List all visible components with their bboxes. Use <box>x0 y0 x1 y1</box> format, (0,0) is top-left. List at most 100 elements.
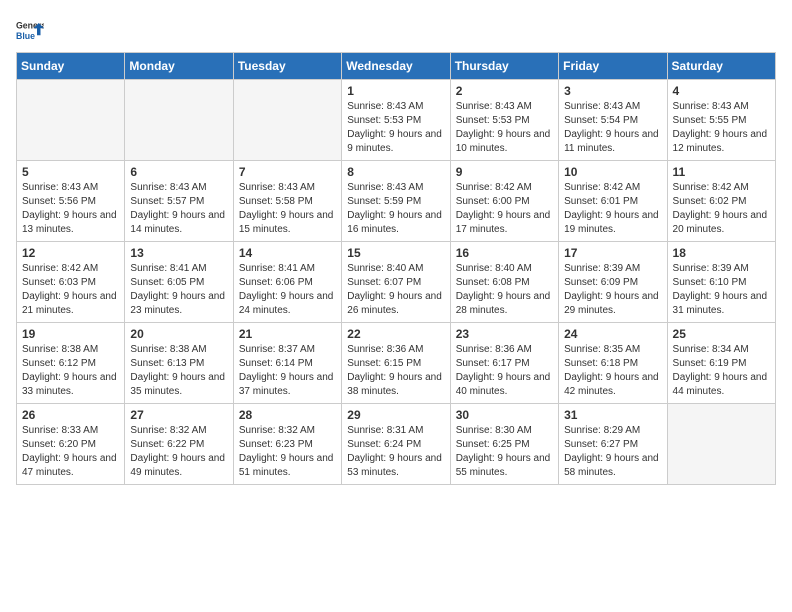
calendar-cell: 4Sunrise: 8:43 AMSunset: 5:55 PMDaylight… <box>667 80 775 161</box>
week-row-1: 1 Sunrise: 8:43 AMSunset: 5:53 PMDaylight… <box>17 80 776 161</box>
day-number: 9 <box>456 165 553 179</box>
col-header-monday: Monday <box>125 53 233 80</box>
calendar-cell: 19 Sunrise: 8:38 AMSunset: 6:12 PMDayligh… <box>17 323 125 404</box>
calendar-cell: 9 Sunrise: 8:42 AMSunset: 6:00 PMDaylight… <box>450 161 558 242</box>
day-number: 21 <box>239 327 336 341</box>
cell-content: Sunrise: 8:36 AMSunset: 6:17 PMDaylight:… <box>456 343 553 399</box>
calendar-cell <box>233 80 341 161</box>
week-row-3: 12 Sunrise: 8:42 AMSunset: 6:03 PMDayligh… <box>17 242 776 323</box>
cell-content: Sunrise: 8:41 AMSunset: 6:06 PMDaylight:… <box>239 262 336 318</box>
cell-content: Sunrise: 8:43 AMSunset: 5:55 PMDaylight:… <box>673 100 770 156</box>
calendar-cell: 12 Sunrise: 8:42 AMSunset: 6:03 PMDayligh… <box>17 242 125 323</box>
calendar-cell: 13 Sunrise: 8:41 AMSunset: 6:05 PMDayligh… <box>125 242 233 323</box>
week-row-4: 19 Sunrise: 8:38 AMSunset: 6:12 PMDayligh… <box>17 323 776 404</box>
calendar-cell: 6 Sunrise: 8:43 AMSunset: 5:57 PMDaylight… <box>125 161 233 242</box>
calendar-cell: 2 Sunrise: 8:43 AMSunset: 5:53 PMDaylight… <box>450 80 558 161</box>
day-number: 15 <box>347 246 444 260</box>
day-number: 29 <box>347 408 444 422</box>
calendar-cell: 24 Sunrise: 8:35 AMSunset: 6:18 PMDayligh… <box>559 323 667 404</box>
day-number: 18 <box>673 246 770 260</box>
calendar-cell: 1 Sunrise: 8:43 AMSunset: 5:53 PMDaylight… <box>342 80 450 161</box>
day-number: 8 <box>347 165 444 179</box>
calendar-cell <box>667 404 775 485</box>
week-row-2: 5 Sunrise: 8:43 AMSunset: 5:56 PMDaylight… <box>17 161 776 242</box>
cell-content: Sunrise: 8:38 AMSunset: 6:13 PMDaylight:… <box>130 343 227 399</box>
col-header-wednesday: Wednesday <box>342 53 450 80</box>
cell-content: Sunrise: 8:32 AMSunset: 6:22 PMDaylight:… <box>130 424 227 480</box>
calendar-cell <box>17 80 125 161</box>
cell-content: Sunrise: 8:43 AMSunset: 5:53 PMDaylight:… <box>347 100 444 156</box>
calendar-cell: 25 Sunrise: 8:34 AMSunset: 6:19 PMDayligh… <box>667 323 775 404</box>
calendar-cell: 28 Sunrise: 8:32 AMSunset: 6:23 PMDayligh… <box>233 404 341 485</box>
day-number: 26 <box>22 408 119 422</box>
calendar-cell: 29 Sunrise: 8:31 AMSunset: 6:24 PMDayligh… <box>342 404 450 485</box>
cell-content: Sunrise: 8:32 AMSunset: 6:23 PMDaylight:… <box>239 424 336 480</box>
cell-content: Sunrise: 8:42 AMSunset: 6:01 PMDaylight:… <box>564 181 661 237</box>
cell-content: Sunrise: 8:43 AMSunset: 5:58 PMDaylight:… <box>239 181 336 237</box>
col-header-sunday: Sunday <box>17 53 125 80</box>
day-number: 30 <box>456 408 553 422</box>
day-number: 1 <box>347 84 444 98</box>
calendar-cell: 5 Sunrise: 8:43 AMSunset: 5:56 PMDaylight… <box>17 161 125 242</box>
day-number: 6 <box>130 165 227 179</box>
cell-content: Sunrise: 8:42 AMSunset: 6:00 PMDaylight:… <box>456 181 553 237</box>
calendar-cell: 20 Sunrise: 8:38 AMSunset: 6:13 PMDayligh… <box>125 323 233 404</box>
cell-content: Sunrise: 8:42 AMSunset: 6:02 PMDaylight:… <box>673 181 770 237</box>
day-number: 13 <box>130 246 227 260</box>
week-row-5: 26Sunrise: 8:33 AMSunset: 6:20 PMDayligh… <box>17 404 776 485</box>
cell-content: Sunrise: 8:43 AMSunset: 5:59 PMDaylight:… <box>347 181 444 237</box>
calendar-cell: 8 Sunrise: 8:43 AMSunset: 5:59 PMDaylight… <box>342 161 450 242</box>
day-number: 28 <box>239 408 336 422</box>
logo-icon: General Blue <box>16 16 44 44</box>
day-number: 11 <box>673 165 770 179</box>
calendar-cell: 21Sunrise: 8:37 AMSunset: 6:14 PMDayligh… <box>233 323 341 404</box>
day-number: 16 <box>456 246 553 260</box>
cell-content: Sunrise: 8:38 AMSunset: 6:12 PMDaylight:… <box>22 343 119 399</box>
calendar-cell: 3 Sunrise: 8:43 AMSunset: 5:54 PMDaylight… <box>559 80 667 161</box>
cell-content: Sunrise: 8:43 AMSunset: 5:53 PMDaylight:… <box>456 100 553 156</box>
cell-content: Sunrise: 8:42 AMSunset: 6:03 PMDaylight:… <box>22 262 119 318</box>
cell-content: Sunrise: 8:40 AMSunset: 6:07 PMDaylight:… <box>347 262 444 318</box>
cell-content: Sunrise: 8:40 AMSunset: 6:08 PMDaylight:… <box>456 262 553 318</box>
calendar-cell: 18 Sunrise: 8:39 AMSunset: 6:10 PMDayligh… <box>667 242 775 323</box>
cell-content: Sunrise: 8:39 AMSunset: 6:10 PMDaylight:… <box>673 262 770 318</box>
cell-content: Sunrise: 8:35 AMSunset: 6:18 PMDaylight:… <box>564 343 661 399</box>
cell-content: Sunrise: 8:43 AMSunset: 5:57 PMDaylight:… <box>130 181 227 237</box>
day-number: 14 <box>239 246 336 260</box>
day-number: 23 <box>456 327 553 341</box>
cell-content: Sunrise: 8:43 AMSunset: 5:56 PMDaylight:… <box>22 181 119 237</box>
cell-content: Sunrise: 8:34 AMSunset: 6:19 PMDaylight:… <box>673 343 770 399</box>
day-number: 24 <box>564 327 661 341</box>
col-header-friday: Friday <box>559 53 667 80</box>
cell-content: Sunrise: 8:36 AMSunset: 6:15 PMDaylight:… <box>347 343 444 399</box>
day-number: 2 <box>456 84 553 98</box>
header-row: SundayMondayTuesdayWednesdayThursdayFrid… <box>17 53 776 80</box>
day-number: 7 <box>239 165 336 179</box>
calendar-cell: 7 Sunrise: 8:43 AMSunset: 5:58 PMDaylight… <box>233 161 341 242</box>
day-number: 25 <box>673 327 770 341</box>
calendar-cell: 11 Sunrise: 8:42 AMSunset: 6:02 PMDayligh… <box>667 161 775 242</box>
cell-content: Sunrise: 8:43 AMSunset: 5:54 PMDaylight:… <box>564 100 661 156</box>
calendar-cell: 16 Sunrise: 8:40 AMSunset: 6:08 PMDayligh… <box>450 242 558 323</box>
day-number: 17 <box>564 246 661 260</box>
day-number: 12 <box>22 246 119 260</box>
day-number: 20 <box>130 327 227 341</box>
calendar-cell: 23 Sunrise: 8:36 AMSunset: 6:17 PMDayligh… <box>450 323 558 404</box>
logo: General Blue <box>16 16 48 44</box>
cell-content: Sunrise: 8:29 AMSunset: 6:27 PMDaylight:… <box>564 424 661 480</box>
calendar-cell: 14 Sunrise: 8:41 AMSunset: 6:06 PMDayligh… <box>233 242 341 323</box>
header: General Blue <box>16 16 776 44</box>
col-header-thursday: Thursday <box>450 53 558 80</box>
col-header-saturday: Saturday <box>667 53 775 80</box>
cell-content: Sunrise: 8:30 AMSunset: 6:25 PMDaylight:… <box>456 424 553 480</box>
day-number: 31 <box>564 408 661 422</box>
calendar-cell: 30 Sunrise: 8:30 AMSunset: 6:25 PMDayligh… <box>450 404 558 485</box>
cell-content: Sunrise: 8:41 AMSunset: 6:05 PMDaylight:… <box>130 262 227 318</box>
calendar-cell: 22Sunrise: 8:36 AMSunset: 6:15 PMDayligh… <box>342 323 450 404</box>
day-number: 19 <box>22 327 119 341</box>
day-number: 3 <box>564 84 661 98</box>
calendar-cell: 17Sunrise: 8:39 AMSunset: 6:09 PMDayligh… <box>559 242 667 323</box>
day-number: 10 <box>564 165 661 179</box>
cell-content: Sunrise: 8:31 AMSunset: 6:24 PMDaylight:… <box>347 424 444 480</box>
day-number: 5 <box>22 165 119 179</box>
